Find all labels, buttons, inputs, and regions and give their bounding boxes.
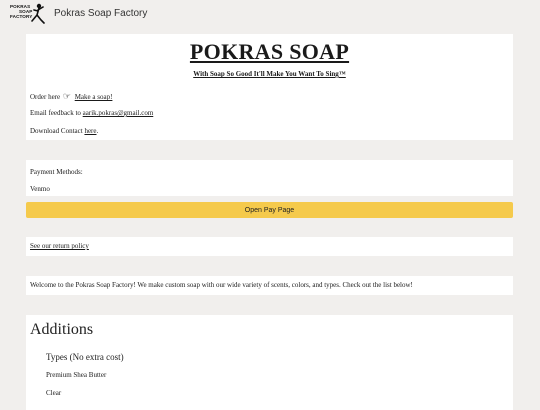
types-heading: Types (No extra cost): [46, 352, 124, 362]
download-line: Download Contact here.: [30, 127, 98, 135]
download-label: Download Contact: [30, 127, 83, 135]
make-soap-link[interactable]: Make a soap!: [75, 93, 113, 101]
top-bar: POKRAS SOAP FACTORY Pokras Soap Factory: [0, 0, 540, 26]
open-pay-page-button[interactable]: Open Pay Page: [26, 202, 513, 218]
page-title: POKRAS SOAP: [189, 39, 350, 64]
list-item: Premium Shea Butter: [46, 371, 107, 379]
site-title: Pokras Soap Factory: [54, 7, 148, 19]
download-period: .: [96, 127, 99, 135]
email-label: Email feedback to: [30, 109, 81, 117]
welcome-text: Welcome to the Pokras Soap Factory! We m…: [30, 281, 413, 289]
email-link[interactable]: aarik.pokras@gmail.com: [83, 109, 154, 117]
additions-card: Additions Types (No extra cost) Premium …: [26, 315, 513, 410]
pointing-hand-icon: ☞: [62, 91, 71, 101]
additions-heading: Additions: [30, 321, 94, 338]
payment-methods-label: Payment Methods:: [30, 168, 83, 176]
tagline: With Soap So Good It'll Make You Want To…: [193, 70, 346, 78]
return-policy-link[interactable]: See our return policy: [30, 242, 89, 250]
payment-method-venmo: Venmo: [30, 185, 50, 193]
intro-card: POKRAS SOAP With Soap So Good It'll Make…: [26, 34, 513, 140]
welcome-card: Welcome to the Pokras Soap Factory! We m…: [26, 276, 513, 295]
return-policy-card: See our return policy: [26, 237, 513, 256]
brand-logo[interactable]: POKRAS SOAP FACTORY: [10, 2, 48, 24]
order-label: Order here: [30, 93, 61, 101]
list-item: Clear: [46, 389, 62, 397]
dancing-figure-icon: [31, 3, 45, 24]
order-line: Order here ☞ Make a soap!: [30, 91, 112, 102]
email-line: Email feedback to aarik.pokras@gmail.com: [30, 109, 153, 117]
download-contact-link[interactable]: here: [84, 127, 96, 135]
payment-card: Payment Methods: Venmo: [26, 160, 513, 196]
